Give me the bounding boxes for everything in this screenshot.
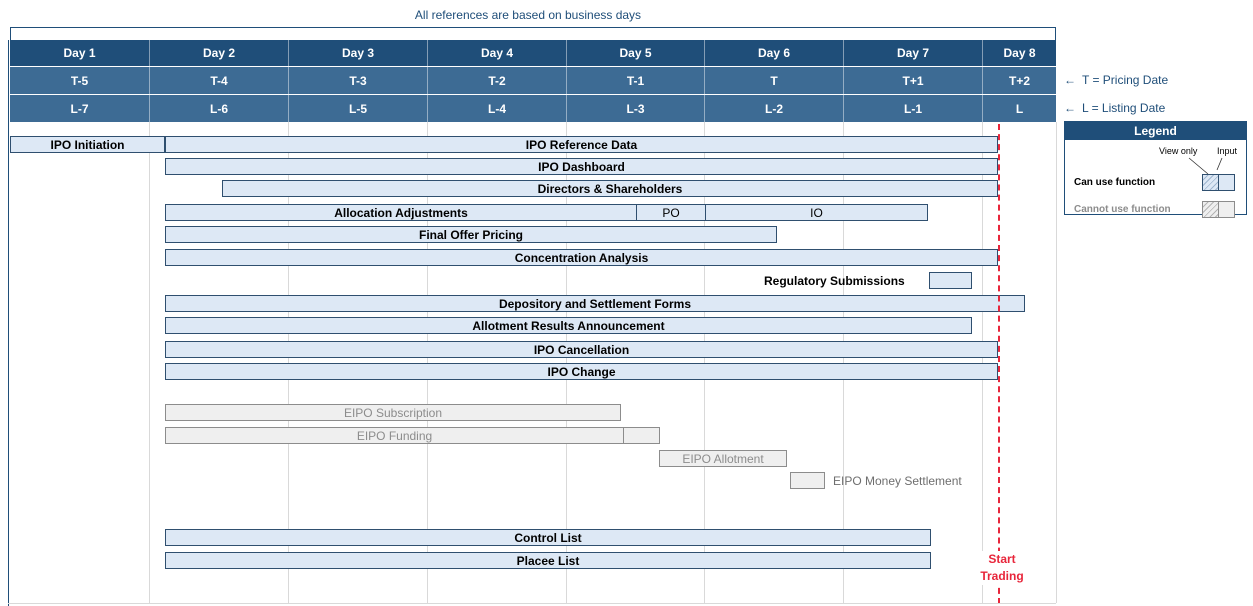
arrow-left-icon: ← xyxy=(1064,101,1076,115)
l-label-8: L xyxy=(982,95,1056,122)
start-trading-label: Start Trading xyxy=(962,551,1042,585)
t-label-7: T+1 xyxy=(843,67,982,94)
l-label-7: L-1 xyxy=(843,95,982,122)
ipo-timeline-diagram: All references are based on business day… xyxy=(0,0,1253,606)
input-swatch-disabled xyxy=(1219,202,1234,217)
t-label-8: T+2 xyxy=(982,67,1056,94)
control-list-bar: Control List xyxy=(165,529,931,546)
day-header-6: Day 6 xyxy=(704,40,843,66)
ipo-dashboard-bar: IPO Dashboard xyxy=(165,158,998,175)
po-segment-label: PO xyxy=(662,205,680,220)
t-label-5: T-1 xyxy=(566,67,704,94)
pricing-date-note: ← T = Pricing Date xyxy=(1064,71,1168,89)
input-swatch xyxy=(1219,175,1234,190)
l-label-5: L-3 xyxy=(566,95,704,122)
regulatory-submissions-label: Regulatory Submissions xyxy=(764,273,905,288)
hatched-view-only-swatch xyxy=(1203,175,1219,190)
legend-cannot-use-label: Cannot use function xyxy=(1074,204,1171,215)
day-header-5: Day 5 xyxy=(566,40,704,66)
t-label-2: T-4 xyxy=(149,67,288,94)
allotment-results-announcement-bar: Allotment Results Announcement xyxy=(165,317,972,334)
regulatory-submissions-bar xyxy=(929,272,972,289)
ipo-reference-data-bar: IPO Reference Data xyxy=(165,136,998,153)
start-trading-line xyxy=(998,124,1000,604)
day-header-3: Day 3 xyxy=(288,40,427,66)
eipo-funding-divider xyxy=(623,428,624,443)
t-label-3: T-3 xyxy=(288,67,427,94)
chart-left-border xyxy=(8,40,9,606)
legend-can-use-label: Can use function xyxy=(1074,177,1156,188)
ipo-cancellation-bar: IPO Cancellation xyxy=(165,341,998,358)
day-divider-line xyxy=(149,122,150,603)
eipo-money-settlement-label: EIPO Money Settlement xyxy=(833,473,962,488)
legend-can-use-swatch xyxy=(1202,174,1235,191)
l-label-2: L-6 xyxy=(149,95,288,122)
start-trading-line1: Start xyxy=(988,552,1016,566)
eipo-allotment-bar: EIPO Allotment xyxy=(659,450,787,467)
arrow-left-icon: ← xyxy=(1064,73,1076,87)
t-label-4: T-2 xyxy=(427,67,566,94)
listing-date-label: L = Listing Date xyxy=(1082,101,1166,115)
pricing-date-label: T = Pricing Date xyxy=(1082,73,1169,87)
chart-bottom-border xyxy=(8,603,1056,604)
day-divider-line xyxy=(1056,122,1057,603)
day-header-7: Day 7 xyxy=(843,40,982,66)
l-label-3: L-5 xyxy=(288,95,427,122)
legend-box: Legend View only Input Can use function … xyxy=(1064,121,1247,218)
day-header-1: Day 1 xyxy=(63,46,96,60)
ipo-change-bar: IPO Change xyxy=(165,363,998,380)
allocation-adjustments-bar: Allocation Adjustments PO IO xyxy=(165,204,928,221)
business-days-note: All references are based on business day… xyxy=(414,8,642,22)
l-label-4: L-4 xyxy=(427,95,566,122)
eipo-funding-bar: EIPO Funding xyxy=(165,427,660,444)
directors-shareholders-bar: Directors & Shareholders xyxy=(222,180,998,197)
l-label-1: L-7 xyxy=(70,101,89,116)
eipo-money-settlement-bar xyxy=(790,472,825,489)
depository-settlement-forms-bar: Depository and Settlement Forms xyxy=(165,295,1025,312)
legend-cannot-use-swatch xyxy=(1202,201,1235,218)
day-header-4: Day 4 xyxy=(427,40,566,66)
eipo-subscription-bar: EIPO Subscription xyxy=(165,404,621,421)
start-trading-line2: Trading xyxy=(980,569,1024,583)
listing-date-note: ← L = Listing Date xyxy=(1064,99,1165,117)
final-offer-pricing-bar: Final Offer Pricing xyxy=(165,226,777,243)
hatched-view-only-swatch-disabled xyxy=(1203,202,1219,217)
day-header-8: Day 8 xyxy=(982,40,1056,66)
header-bracket xyxy=(10,27,1056,40)
io-segment-label: IO xyxy=(810,205,823,220)
eipo-funding-label: EIPO Funding xyxy=(356,428,433,443)
allocation-adjustments-label: Allocation Adjustments xyxy=(334,205,468,220)
day-header-2: Day 2 xyxy=(149,40,288,66)
ipo-initiation-bar: IPO Initiation xyxy=(10,136,165,153)
t-label-6: T xyxy=(704,67,843,94)
placee-list-bar: Placee List xyxy=(165,552,931,569)
l-label-6: L-2 xyxy=(704,95,843,122)
concentration-analysis-bar: Concentration Analysis xyxy=(165,249,998,266)
t-label-1: T-5 xyxy=(70,73,89,88)
